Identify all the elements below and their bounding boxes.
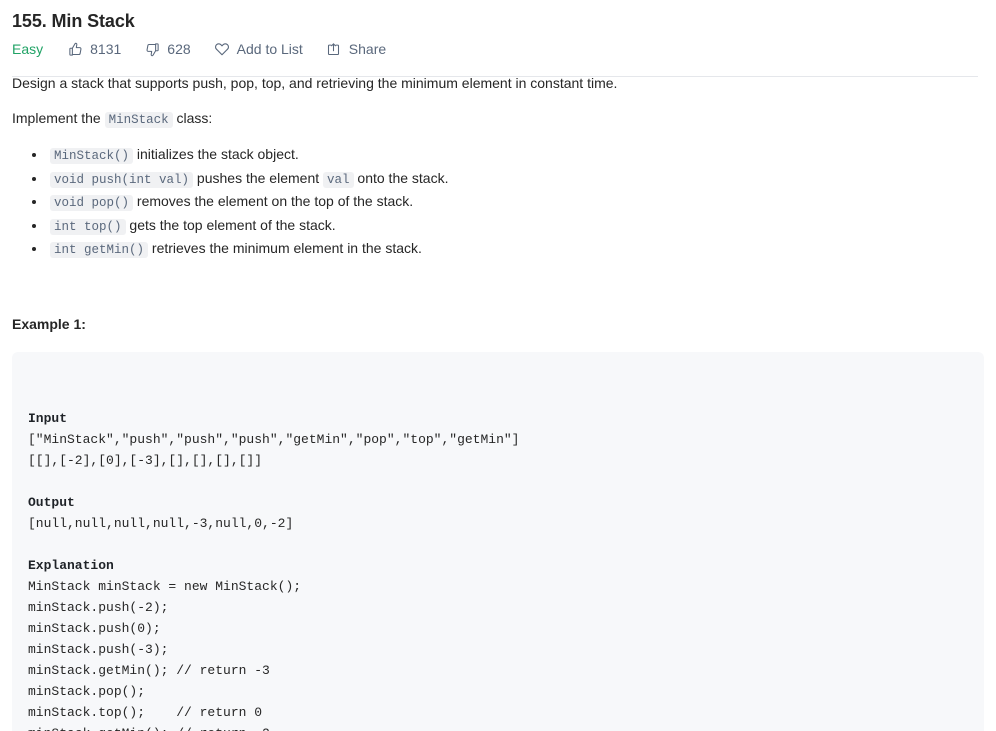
dislike-button[interactable]: 628	[144, 39, 191, 59]
input-line: ["MinStack","push","push","push","getMin…	[28, 431, 520, 447]
method-signature: void push(int val)	[50, 171, 194, 188]
list-item: void pop() removes the element on the to…	[32, 191, 984, 215]
method-signature: int top()	[50, 218, 126, 235]
like-count: 8131	[90, 41, 122, 57]
method-list: MinStack() initializes the stack object.…	[12, 130, 984, 262]
method-signature: void pop()	[50, 195, 134, 211]
list-item: int getMin() retrieves the minimum eleme…	[32, 238, 984, 262]
list-item: int top() gets the top element of the st…	[32, 215, 984, 239]
description-intro: Design a stack that supports push, pop, …	[12, 75, 618, 91]
add-to-list-button[interactable]: Add to List	[214, 39, 303, 59]
header-divider	[12, 76, 978, 77]
description-implement: Implement the MinStack class:	[12, 93, 984, 130]
explanation-line: minStack.getMin(); // return -2	[28, 723, 968, 731]
list-item: void push(int val) pushes the element va…	[32, 168, 984, 192]
explanation-line: minStack.push(-2);	[28, 599, 169, 615]
explanation-line: minStack.getMin(); // return -3	[28, 662, 270, 678]
problem-meta-row: Easy 8131 628 Add to List Share	[0, 33, 996, 57]
explanation-line: minStack.push(0);	[28, 620, 161, 636]
explanation-line: minStack.push(-3);	[28, 641, 169, 657]
add-to-list-label: Add to List	[236, 41, 303, 57]
share-icon	[326, 41, 342, 57]
problem-page: 155. Min Stack Easy 8131 628 Add to List…	[0, 0, 996, 731]
method-signature: int getMin()	[50, 242, 149, 258]
method-description: removes the element on the top of the st…	[136, 193, 414, 209]
input-label: Input	[28, 410, 68, 426]
output-label: Output	[28, 494, 75, 510]
thumbs-up-icon	[67, 41, 83, 57]
share-button[interactable]: Share	[326, 39, 386, 59]
method-description: gets the top element of the stack.	[129, 216, 336, 233]
dislike-count: 628	[167, 41, 191, 57]
example-code-block: Input ["MinStack","push","push","push","g…	[12, 351, 984, 731]
method-description: retrieves the minimum element in the sta…	[151, 240, 422, 256]
method-signature: MinStack()	[50, 148, 134, 164]
example-heading: Example 1:	[12, 315, 86, 332]
problem-description: Design a stack that supports push, pop, …	[0, 55, 996, 334]
method-description: pushes the element	[196, 169, 320, 186]
share-label: Share	[348, 41, 387, 57]
explanation-label: Explanation	[28, 557, 114, 573]
method-description: initializes the stack object.	[136, 146, 299, 162]
explanation-line: MinStack minStack = new MinStack();	[28, 578, 302, 594]
like-button[interactable]: 8131	[67, 39, 121, 59]
inline-code-val: val	[323, 171, 354, 188]
implement-prefix: Implement the	[12, 110, 101, 126]
inline-code-minstack: MinStack	[104, 112, 173, 128]
explanation-line: minStack.pop();	[28, 683, 146, 699]
difficulty-badge: Easy	[12, 41, 44, 57]
thumbs-down-icon	[144, 41, 160, 57]
input-line: [[],[-2],[0],[-3],[],[],[],[]]	[28, 452, 263, 468]
heart-icon	[214, 41, 230, 57]
output-line: [null,null,null,null,-3,null,0,-2]	[28, 515, 294, 531]
method-description-cont: onto the stack.	[357, 169, 449, 186]
list-item: MinStack() initializes the stack object.	[32, 144, 984, 168]
explanation-line: minStack.top(); // return 0	[28, 704, 263, 720]
implement-suffix: class:	[176, 110, 213, 126]
page-title: 155. Min Stack	[12, 11, 135, 31]
